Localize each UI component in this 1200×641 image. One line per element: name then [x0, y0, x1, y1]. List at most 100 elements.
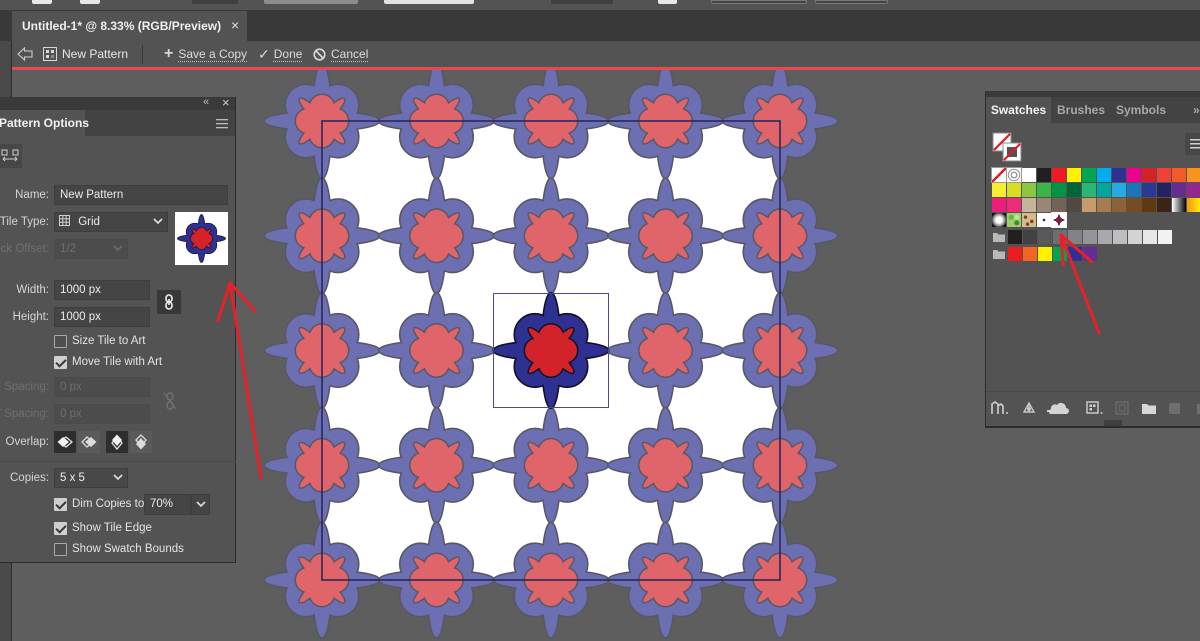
color-swatch[interactable] [1127, 198, 1141, 212]
checkbox[interactable] [54, 355, 67, 369]
color-group-folder-icon[interactable] [992, 231, 1006, 245]
swatch-options-button[interactable] [1086, 399, 1104, 417]
color-swatch[interactable] [1112, 168, 1126, 182]
registration-swatch[interactable] [1006, 167, 1022, 183]
move-tile-with-art-checkbox[interactable]: Move Tile with Art [54, 354, 162, 370]
color-swatch[interactable] [1007, 183, 1021, 197]
copies-select[interactable]: 5 x 5 [54, 468, 128, 488]
tab-brushes[interactable]: Brushes [1052, 97, 1110, 123]
done-button[interactable]: ✓ Done [258, 41, 302, 67]
control-field[interactable] [711, 0, 807, 4]
checkbox[interactable] [54, 542, 67, 556]
color-swatch[interactable] [1142, 168, 1156, 182]
pattern-foliage-swatch[interactable] [1007, 213, 1021, 227]
color-group-swatch[interactable] [1158, 230, 1172, 244]
width-input[interactable]: 1000 px [54, 280, 150, 300]
color-swatch[interactable] [1172, 183, 1186, 197]
tile-editor-tool-button[interactable] [0, 144, 22, 168]
color-group-swatch[interactable] [1068, 230, 1082, 244]
control-swatch[interactable] [658, 0, 677, 4]
color-swatch[interactable] [1007, 198, 1021, 212]
overlap-right-in-front-button[interactable] [78, 431, 100, 453]
color-swatch[interactable] [1097, 198, 1111, 212]
color-group-swatch[interactable] [1083, 247, 1097, 261]
color-swatch[interactable] [1082, 168, 1096, 182]
color-swatch[interactable] [1082, 183, 1096, 197]
color-group-swatch[interactable] [1143, 230, 1157, 244]
color-swatch[interactable] [1022, 198, 1036, 212]
color-swatch[interactable] [1022, 168, 1036, 182]
color-swatch[interactable] [1052, 198, 1066, 212]
control-field[interactable] [384, 0, 474, 4]
color-group-swatch[interactable] [1083, 230, 1097, 244]
panel-resize-handle[interactable] [1104, 420, 1122, 426]
exit-pattern-button[interactable] [17, 41, 33, 67]
color-group-swatch[interactable] [1038, 230, 1052, 244]
color-swatch[interactable] [1067, 183, 1081, 197]
control-field[interactable] [815, 0, 888, 4]
size-tile-to-art-checkbox[interactable]: Size Tile to Art [54, 333, 146, 349]
fill-stroke-indicator[interactable] [992, 132, 1022, 162]
color-swatch[interactable] [992, 183, 1006, 197]
color-swatch[interactable] [1097, 168, 1111, 182]
control-field[interactable] [192, 0, 238, 4]
color-swatch[interactable] [1157, 183, 1171, 197]
none-swatch[interactable] [991, 167, 1007, 183]
cloud-library-button[interactable] [1046, 399, 1070, 417]
color-swatch[interactable] [1157, 198, 1171, 212]
color-swatch[interactable] [1157, 168, 1171, 182]
cancel-button[interactable]: Cancel [313, 41, 368, 67]
tab-pattern-options[interactable]: Pattern Options [0, 110, 89, 136]
gradient-radial-swatch[interactable] [992, 213, 1006, 227]
color-group-swatch[interactable] [1008, 247, 1022, 261]
swatch-libraries-button[interactable] [991, 399, 1009, 417]
color-swatch[interactable] [1112, 198, 1126, 212]
color-swatch[interactable] [1022, 183, 1036, 197]
pattern-new-swatch[interactable] [1051, 212, 1067, 228]
pattern-leopard-swatch[interactable] [1022, 213, 1036, 227]
control-field[interactable] [551, 0, 613, 4]
color-group-swatch[interactable] [1053, 247, 1067, 261]
color-swatch[interactable] [1037, 198, 1051, 212]
tile-type-select[interactable]: Grid [54, 212, 168, 232]
swatches-menu-button[interactable] [1185, 133, 1200, 155]
color-swatch[interactable] [1037, 183, 1051, 197]
color-group-swatch[interactable] [1053, 230, 1067, 244]
color-swatch[interactable] [1112, 183, 1126, 197]
more-tabs-button[interactable]: » [1193, 97, 1200, 123]
collapse-panel-button[interactable]: « [203, 96, 209, 109]
overlap-bottom-in-front-button[interactable] [130, 431, 152, 453]
color-swatch[interactable] [1187, 183, 1200, 197]
control-swatch[interactable] [80, 0, 100, 4]
checkbox[interactable] [54, 521, 67, 535]
color-swatch[interactable] [1127, 183, 1141, 197]
pattern-dot-swatch[interactable] [1037, 213, 1051, 227]
color-swatch[interactable] [1067, 168, 1081, 182]
show-swatch-bounds-checkbox[interactable]: Show Swatch Bounds [54, 541, 184, 557]
panel-menu-button[interactable] [216, 118, 228, 129]
overlap-top-in-front-button[interactable] [106, 431, 128, 453]
new-folder-button[interactable] [1140, 399, 1158, 417]
pattern-name-input[interactable]: New Pattern [54, 185, 228, 205]
checkbox[interactable] [54, 497, 67, 511]
color-swatch[interactable] [1172, 168, 1186, 182]
overlap-left-in-front-button[interactable] [54, 431, 76, 453]
gradient-white-black-swatch[interactable] [1172, 198, 1186, 212]
control-field[interactable] [264, 0, 358, 4]
color-swatch[interactable] [1097, 183, 1111, 197]
color-group-swatch[interactable] [1023, 247, 1037, 261]
color-group-swatch[interactable] [1098, 230, 1112, 244]
constrain-proportions-button[interactable] [157, 290, 181, 314]
document-tab[interactable]: Untitled-1* @ 8.33% (RGB/Preview) × [12, 11, 247, 41]
color-group-swatch[interactable] [1023, 230, 1037, 244]
dim-copies-dropdown[interactable] [191, 494, 210, 515]
gradient-orange-yellow-swatch[interactable] [1187, 198, 1200, 212]
color-swatch[interactable] [1052, 183, 1066, 197]
color-swatch[interactable] [1037, 168, 1051, 182]
show-kinds-button[interactable] [1020, 399, 1038, 417]
close-tab-button[interactable]: × [231, 11, 239, 39]
color-swatch[interactable] [1052, 168, 1066, 182]
color-swatch[interactable] [1187, 168, 1200, 182]
color-swatch[interactable] [1142, 183, 1156, 197]
tab-symbols[interactable]: Symbols [1110, 97, 1172, 123]
